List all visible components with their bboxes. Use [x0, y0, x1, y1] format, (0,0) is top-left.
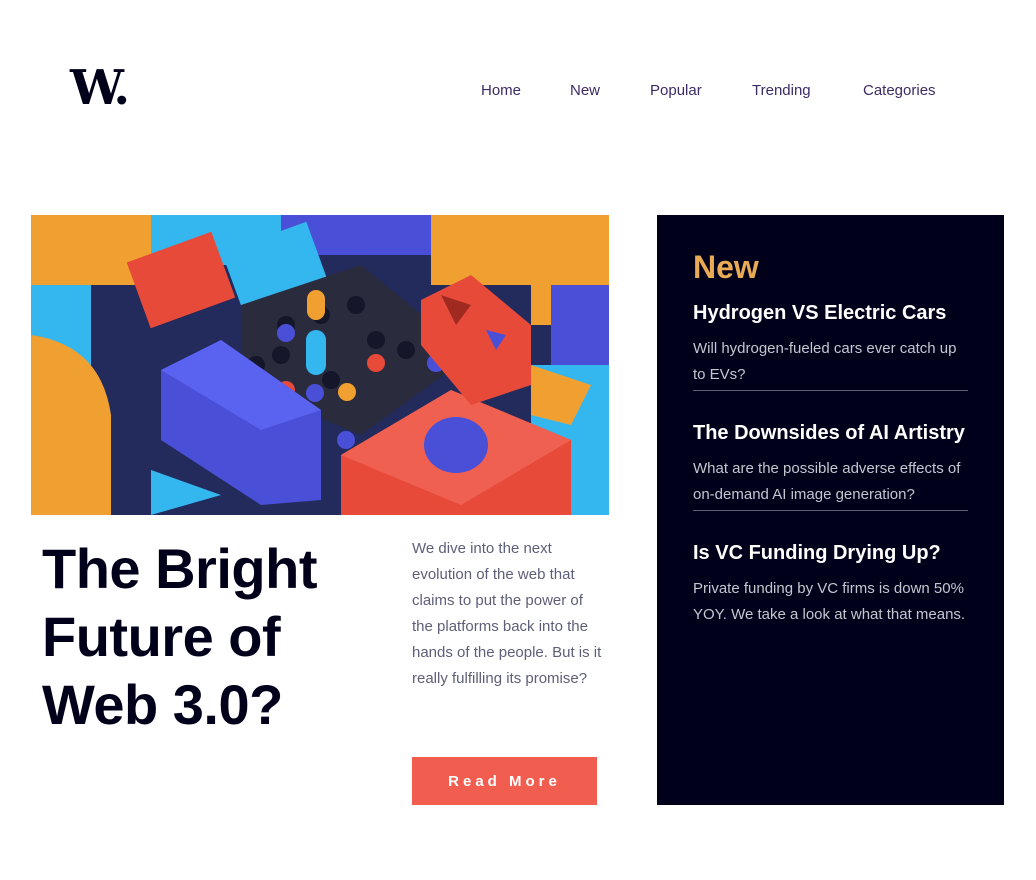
news-item-title[interactable]: Hydrogen VS Electric Cars: [693, 301, 968, 326]
read-more-button[interactable]: Read More: [412, 757, 597, 805]
news-item-description: Private funding by VC firms is down 50% …: [693, 580, 966, 623]
hero-headline: The Bright Future of Web 3.0?: [42, 537, 317, 736]
news-item-title[interactable]: Is VC Funding Drying Up?: [693, 541, 968, 566]
news-item[interactable]: Is VC Funding Drying Up? Private funding…: [693, 541, 968, 630]
news-item-description: What are the possible adverse effects of…: [693, 460, 961, 503]
news-item[interactable]: The Downsides of AI Artistry What are th…: [693, 421, 968, 511]
hero-image: [31, 215, 609, 515]
main-nav: Home New Popular Trending Categories: [0, 82, 1036, 102]
abstract-3d-blocks-image: [31, 215, 609, 515]
new-articles-panel: New Hydrogen VS Electric Cars Will hydro…: [657, 215, 1004, 805]
news-item[interactable]: Hydrogen VS Electric Cars Will hydrogen-…: [693, 301, 968, 391]
news-item-title[interactable]: The Downsides of AI Artistry: [693, 421, 968, 446]
new-panel-heading: New: [693, 249, 759, 285]
nav-item-trending[interactable]: Trending: [752, 82, 811, 99]
nav-item-new[interactable]: New: [570, 82, 600, 99]
nav-item-popular[interactable]: Popular: [650, 82, 702, 99]
hero-summary: We dive into the next evolution of the w…: [412, 540, 602, 687]
news-item-description: Will hydrogen-fueled cars ever catch up …: [693, 340, 957, 383]
nav-item-home[interactable]: Home: [481, 82, 521, 99]
nav-item-categories[interactable]: Categories: [863, 82, 936, 99]
